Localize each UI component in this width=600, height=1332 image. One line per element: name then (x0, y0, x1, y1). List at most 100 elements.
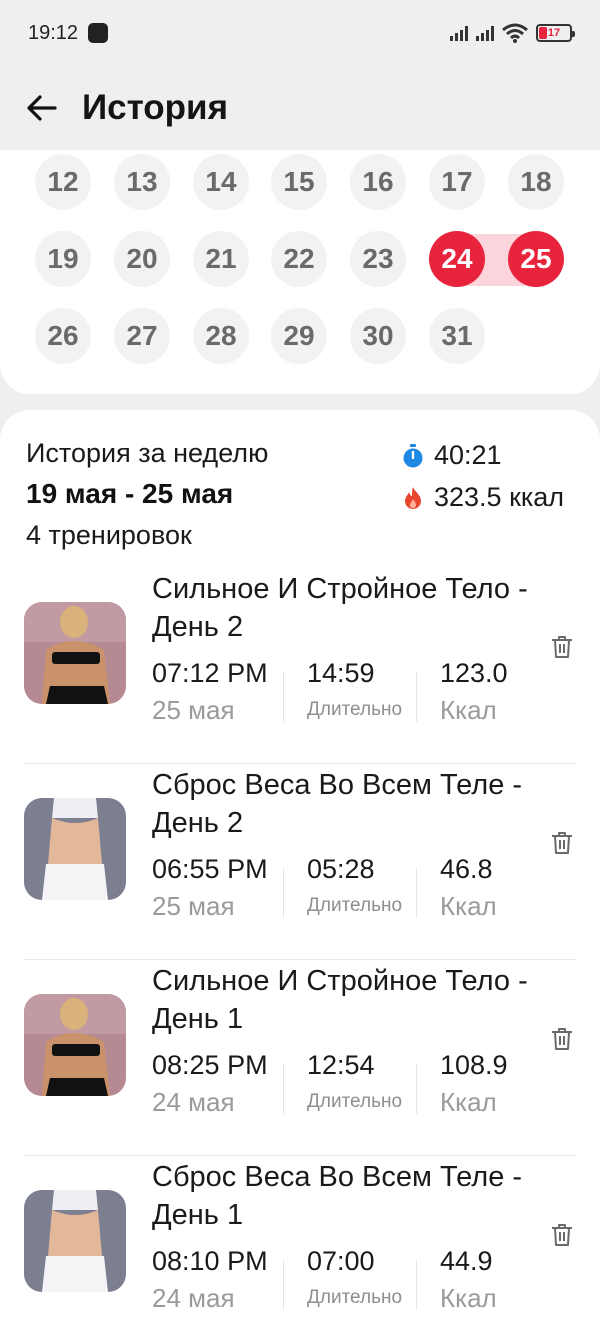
calendar-card: 12 13 14 15 16 17 18 19 20 21 22 23 24 2… (0, 150, 600, 394)
workout-duration: 07:00 Длительно (307, 1244, 402, 1318)
duration-label: Длительно (307, 699, 403, 720)
divider (283, 1260, 284, 1310)
workout-title: Сброс Веса Во Всем Теле - День 1 (152, 1161, 523, 1231)
calendar-day[interactable]: 12 (35, 154, 91, 210)
app-notification-icon (88, 23, 109, 43)
total-time-value: 40:21 (434, 440, 502, 470)
history-card: История за неделю 19 мая - 25 мая 4 трен… (0, 410, 600, 1332)
kcal-value: 108.9 (440, 1050, 508, 1080)
divider (416, 1064, 417, 1114)
waist-photo (24, 798, 126, 900)
start-time: 08:10 PM (152, 1246, 268, 1276)
battery-icon: 17 (536, 24, 575, 42)
workout-start: 06:55 PM 25 мая (152, 852, 268, 926)
divider (283, 1064, 284, 1114)
wifi-icon (502, 23, 528, 43)
calendar-day[interactable]: 30 (350, 308, 406, 364)
calendar-day[interactable]: 20 (114, 231, 170, 287)
workout-date: 25 мая (152, 891, 235, 921)
status-indicators: 17 (450, 23, 575, 43)
workout-start: 08:25 PM 24 мая (152, 1048, 268, 1122)
workout-duration: 05:28 Длительно (307, 852, 402, 926)
calendar-day-selected[interactable]: 24 (429, 231, 485, 287)
calendar-day-selected[interactable]: 25 (508, 231, 564, 287)
workout-count: 4 тренировок (26, 520, 192, 550)
calendar-week-row: 12 13 14 15 16 17 18 (0, 154, 600, 212)
duration-value: 07:00 (307, 1246, 375, 1276)
workout-item[interactable]: Сильное И Стройное Тело - День 2 07:12 P… (24, 568, 576, 764)
duration-label: Длительно (307, 1091, 403, 1112)
calendar-week-row: 19 20 21 22 23 24 25 (0, 231, 600, 289)
calendar-day[interactable]: 21 (193, 231, 249, 287)
workout-date: 24 мая (152, 1283, 235, 1313)
calendar-day[interactable]: 26 (35, 308, 91, 364)
week-date-range: 19 мая - 25 мая (26, 478, 234, 509)
page-title: История (82, 88, 228, 127)
workout-title: Сброс Веса Во Всем Теле - День 2 (152, 769, 523, 839)
workout-title: Сильное И Стройное Тело - День 1 (152, 965, 528, 1035)
calendar-day[interactable]: 29 (271, 308, 327, 364)
trash-icon[interactable] (550, 1026, 574, 1052)
calendar-day[interactable]: 28 (193, 308, 249, 364)
calendar-day[interactable]: 31 (429, 308, 485, 364)
start-time: 08:25 PM (152, 1050, 268, 1080)
workout-item[interactable]: Сброс Веса Во Всем Теле - День 1 08:10 P… (24, 1156, 576, 1332)
total-kcal: 323.5 ккал (402, 482, 564, 513)
start-time: 06:55 PM (152, 854, 268, 884)
duration-value: 05:28 (307, 854, 375, 884)
workout-item[interactable]: Сильное И Стройное Тело - День 1 08:25 P… (24, 960, 576, 1156)
signal-icon (476, 25, 494, 41)
app-header: История (0, 66, 600, 150)
calendar-day[interactable]: 14 (193, 154, 249, 210)
trash-icon[interactable] (550, 830, 574, 856)
calendar-day[interactable]: 13 (114, 154, 170, 210)
kcal-label: Ккал (440, 1087, 497, 1117)
workout-duration: 14:59 Длительно (307, 656, 402, 730)
total-kcal-value: 323.5 ккал (434, 482, 565, 512)
waist-photo (24, 1190, 126, 1292)
calendar-day[interactable]: 18 (508, 154, 564, 210)
trash-icon[interactable] (550, 634, 574, 660)
start-time: 07:12 PM (152, 658, 268, 688)
workout-duration: 12:54 Длительно (307, 1048, 402, 1122)
workout-start: 08:10 PM 24 мая (152, 1244, 268, 1318)
divider (416, 868, 417, 918)
total-time: 40:21 (402, 440, 502, 471)
duration-value: 14:59 (307, 658, 375, 688)
week-history-label: История за неделю (26, 438, 269, 468)
duration-label: Длительно (307, 895, 403, 916)
calendar-day[interactable]: 27 (114, 308, 170, 364)
divider (416, 672, 417, 722)
workout-item[interactable]: Сброс Веса Во Всем Теле - День 2 06:55 P… (24, 764, 576, 960)
calendar-day[interactable]: 15 (271, 154, 327, 210)
calendar-day[interactable]: 17 (429, 154, 485, 210)
workout-kcal: 123.0 Ккал (440, 656, 508, 730)
kcal-label: Ккал (440, 1283, 497, 1313)
kcal-value: 46.8 (440, 854, 493, 884)
battery-level: 17 (547, 27, 561, 39)
workout-title: Сильное И Стройное Тело - День 2 (152, 573, 528, 643)
calendar-day[interactable]: 19 (35, 231, 91, 287)
workout-date: 24 мая (152, 1087, 235, 1117)
workout-kcal: 46.8 Ккал (440, 852, 497, 926)
workout-start: 07:12 PM 25 мая (152, 656, 268, 730)
calendar-week-row: 26 27 28 29 30 31 (0, 308, 600, 366)
calendar-day[interactable]: 23 (350, 231, 406, 287)
trash-icon[interactable] (550, 1222, 574, 1248)
divider (416, 1260, 417, 1310)
workout-kcal: 44.9 Ккал (440, 1244, 497, 1318)
workout-date: 25 мая (152, 695, 235, 725)
duration-label: Длительно (307, 1287, 403, 1308)
back-muscles-photo (24, 994, 126, 1096)
calendar-day[interactable]: 22 (271, 231, 327, 287)
kcal-value: 44.9 (440, 1246, 493, 1276)
flame-icon (402, 485, 424, 511)
workout-kcal: 108.9 Ккал (440, 1048, 508, 1122)
kcal-label: Ккал (440, 695, 497, 725)
status-time: 19:12 (28, 21, 79, 44)
arrow-left-icon[interactable] (24, 90, 60, 126)
divider (283, 672, 284, 722)
status-bar: 19:12 17 (0, 0, 600, 66)
calendar-day[interactable]: 16 (350, 154, 406, 210)
signal-icon (450, 25, 468, 41)
